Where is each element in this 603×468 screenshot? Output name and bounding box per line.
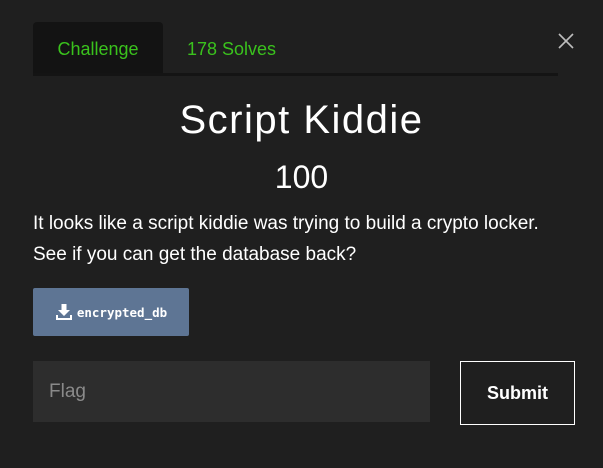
flag-input[interactable] <box>33 361 430 422</box>
challenge-description: It looks like a script kiddie was trying… <box>33 208 578 270</box>
file-download-button[interactable]: encrypted_db <box>33 288 189 336</box>
file-label: encrypted_db <box>76 304 168 320</box>
submit-button[interactable]: Submit <box>460 361 575 425</box>
challenge-title: Script Kiddie <box>179 98 424 142</box>
tab-challenge[interactable]: Challenge <box>33 22 163 73</box>
download-icon <box>55 304 72 320</box>
tab-bar: Challenge 178 Solves <box>33 22 558 76</box>
close-icon <box>558 33 574 49</box>
description-line: It looks like a script kiddie was trying… <box>33 213 539 234</box>
tab-solves[interactable]: 178 Solves <box>163 22 300 73</box>
description-line: See if you can get the database back? <box>33 244 357 265</box>
close-button[interactable] <box>556 31 576 51</box>
challenge-points: 100 <box>274 159 329 195</box>
challenge-modal: Challenge 178 Solves Script Kiddie 100 I… <box>0 0 603 468</box>
